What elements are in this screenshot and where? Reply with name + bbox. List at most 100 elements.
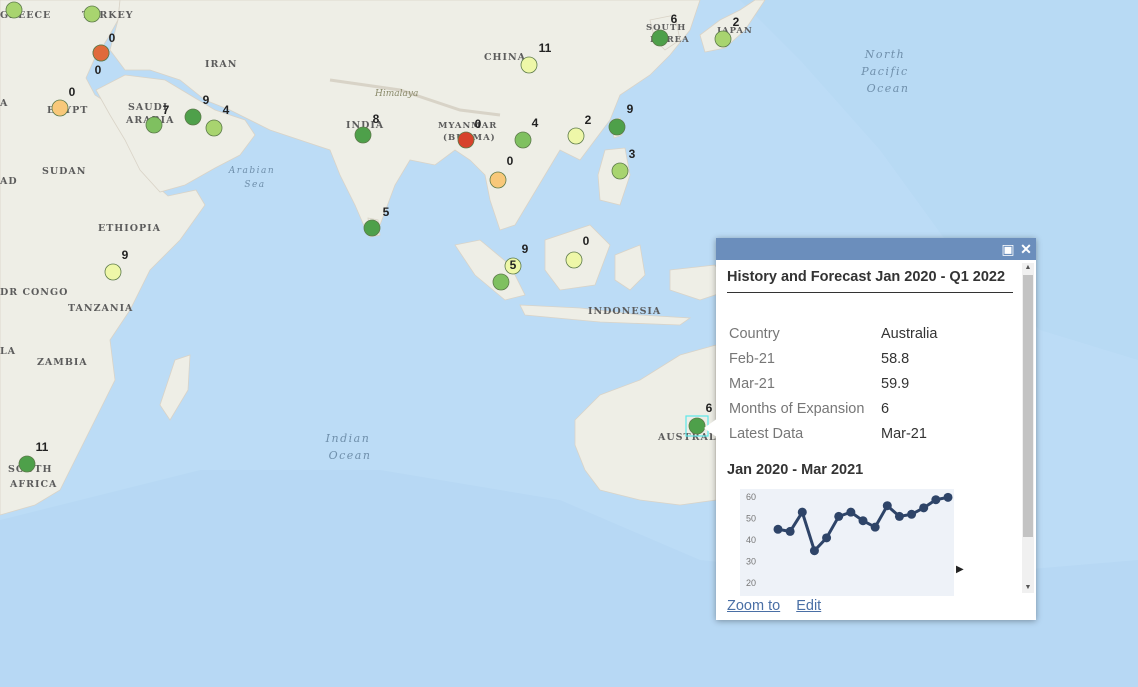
scroll-up-icon[interactable]: ▲ — [1022, 263, 1034, 273]
attr-label-country: Country — [729, 326, 780, 342]
attr-value-feb21: 58.8 — [881, 351, 910, 367]
label-myanmar: MYANMAR — [438, 121, 497, 131]
marker-dot-australia[interactable] — [688, 417, 706, 435]
marker-dot-vietnam[interactable] — [514, 131, 532, 149]
scroll-thumb[interactable] — [1023, 275, 1033, 537]
attr-label-feb21: Feb-21 — [729, 351, 775, 367]
marker-count-thailand: 0 — [507, 154, 514, 168]
marker-dot-india[interactable] — [354, 126, 372, 144]
marker-dot-saudi-arabia[interactable] — [145, 116, 163, 134]
attr-value-months: 6 — [881, 401, 890, 417]
data-point[interactable] — [907, 509, 917, 519]
popup-scrollbar[interactable]: ▲ ▼ — [1022, 263, 1034, 593]
data-point[interactable] — [834, 511, 844, 521]
marker-dot-indonesia[interactable] — [565, 251, 583, 269]
data-point[interactable] — [882, 501, 892, 511]
zoom-to-link[interactable]: Zoom to — [727, 598, 780, 614]
label-china: CHINA — [484, 52, 526, 63]
y-tick-label: 60 — [746, 492, 756, 502]
label-south: SOUTH — [646, 23, 686, 33]
marker-dot-south-africa[interactable] — [18, 455, 36, 473]
marker-count-sri-lanka: 5 — [383, 205, 390, 219]
marker-count-south-korea: 6 — [671, 12, 678, 26]
label-la: LA — [0, 346, 16, 357]
popup-body: History and Forecast Jan 2020 - Q1 2022 … — [716, 260, 1020, 596]
marker-dot-south-korea[interactable] — [651, 29, 669, 47]
marker-count-vietnam: 4 — [532, 116, 539, 130]
scroll-down-icon[interactable]: ▼ — [1022, 583, 1034, 593]
svg-text:North: North — [864, 48, 906, 61]
marker-dot-thailand[interactable] — [489, 171, 507, 189]
label-a: A — [0, 98, 8, 109]
marker-count-malaysia: 9 — [522, 242, 529, 256]
marker-dot-singapore[interactable] — [492, 273, 510, 291]
marker-count-japan: 2 — [733, 15, 740, 29]
edit-link[interactable]: Edit — [796, 598, 821, 614]
label-chad: AD — [0, 176, 18, 187]
svg-text:Sea: Sea — [244, 180, 265, 190]
marker-count-turkey: 10 — [93, 0, 107, 3]
data-point[interactable] — [785, 526, 795, 536]
marker-dot-egypt[interactable] — [51, 99, 69, 117]
data-point[interactable] — [809, 546, 819, 556]
marker-count-taiwan: 9 — [627, 102, 634, 116]
data-point[interactable] — [773, 524, 783, 534]
marker-dot-china[interactable] — [520, 56, 538, 74]
label-tanzania: TANZANIA — [68, 303, 133, 314]
marker-dot-myanmar[interactable] — [457, 131, 475, 149]
marker-dot-greece[interactable] — [5, 1, 23, 19]
marker-dot-turkey[interactable] — [83, 5, 101, 23]
y-tick-label: 50 — [746, 514, 756, 524]
marker-count-singapore: 5 — [510, 258, 517, 272]
marker-count-australia: 6 — [706, 401, 713, 415]
popup-title: History and Forecast Jan 2020 - Q1 2022 — [727, 269, 1013, 293]
data-point[interactable] — [894, 511, 904, 521]
label-ethiopia: ETHIOPIA — [98, 223, 161, 234]
label-himalaya: Himalaya — [374, 89, 418, 99]
data-point[interactable] — [870, 522, 880, 532]
chart-title: Jan 2020 - Mar 2021 — [727, 462, 864, 478]
marker-count-syria: 0 — [109, 31, 116, 45]
marker-dot-japan[interactable] — [714, 30, 732, 48]
popup-pointer — [704, 418, 718, 438]
marker-count-india: 8 — [373, 112, 380, 126]
marker-greece[interactable] — [5, 1, 23, 19]
marker-count-philippines: 3 — [629, 147, 636, 161]
marker-dot-uae[interactable] — [184, 108, 202, 126]
attr-label-latest: Latest Data — [729, 426, 804, 442]
data-point[interactable] — [822, 533, 832, 543]
svg-text:Ocean: Ocean — [329, 449, 372, 462]
marker-count-china: 11 — [539, 41, 552, 55]
data-point[interactable] — [797, 507, 807, 517]
svg-text:Pacific: Pacific — [860, 65, 908, 78]
attr-value-mar21: 59.9 — [881, 376, 910, 392]
maximize-icon[interactable]: ▣ — [1000, 241, 1016, 257]
data-point[interactable] — [931, 495, 941, 505]
marker-dot-kenya[interactable] — [104, 263, 122, 281]
attr-label-mar21: Mar-21 — [729, 376, 775, 392]
marker-dot-taiwan[interactable] — [608, 118, 626, 136]
marker-dot-oman[interactable] — [205, 119, 223, 137]
y-tick-label: 40 — [746, 535, 756, 545]
close-icon[interactable]: ✕ — [1018, 241, 1034, 257]
popup-titlebar: ▣ ✕ — [716, 238, 1036, 260]
marker-count-indonesia: 0 — [583, 234, 590, 248]
data-point[interactable] — [943, 492, 953, 502]
chart-next-icon[interactable]: ▶ — [956, 564, 964, 575]
y-tick-label: 20 — [746, 578, 756, 588]
label-sudan: SUDAN — [42, 166, 86, 177]
attr-value-latest: Mar-21 — [881, 426, 927, 442]
label-indonesia: INDONESIA — [588, 306, 661, 317]
data-point[interactable] — [919, 503, 929, 513]
data-point[interactable] — [846, 507, 856, 517]
marker-dot-israel[interactable] — [92, 44, 110, 62]
marker-count-kenya: 9 — [122, 248, 129, 262]
attr-label-months: Months of Expansion — [729, 401, 865, 417]
marker-dot-philippines[interactable] — [611, 162, 629, 180]
marker-dot-hong-kong[interactable] — [567, 127, 585, 145]
popup-footer: Zoom to Edit — [727, 598, 833, 614]
marker-count-uae: 9 — [203, 93, 210, 107]
marker-count-south-africa: 11 — [36, 440, 49, 454]
data-point[interactable] — [858, 516, 868, 526]
marker-dot-sri-lanka[interactable] — [363, 219, 381, 237]
